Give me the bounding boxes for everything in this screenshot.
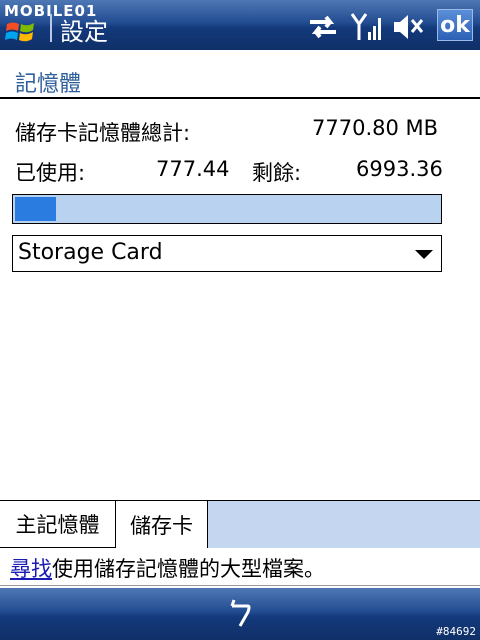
tab-strip: 主記憶體 儲存卡 [0,500,480,548]
section-title: 記憶體 [15,72,82,97]
page-title: 設定 [60,18,108,46]
total-label: 儲存卡記憶體總計: [15,121,191,145]
footer-divider [0,585,480,586]
signal-strength-icon[interactable] [350,12,384,42]
tab-main-memory[interactable]: 主記憶體 [0,501,116,548]
storage-selector[interactable]: Storage Card [12,235,442,272]
sync-arrows-icon[interactable] [306,12,340,42]
find-link[interactable]: 尋找 [10,557,52,581]
soft-key-bar: #84692 [0,588,480,640]
title-bar: MOBILE01 設定 ok [0,0,480,50]
used-value: 777.44 [156,157,230,181]
usage-progress-fill [15,197,56,221]
tab-storage-card[interactable]: 儲存卡 [116,501,208,548]
storage-selector-value: Storage Card [18,240,163,265]
usage-progress-bar [12,194,442,224]
footer-hint: 尋找使用儲存記憶體的大型檔案。 [10,553,325,583]
used-label: 已使用: [15,161,86,185]
windows-flag-icon[interactable] [4,18,38,44]
free-label: 剩餘: [252,161,302,185]
chevron-down-icon[interactable] [415,250,433,259]
watermark-text: #84692 [436,625,476,638]
footer-text: 使用儲存記憶體的大型檔案。 [52,557,325,581]
ok-button[interactable]: ok [437,9,473,41]
speaker-muted-icon[interactable] [392,12,426,42]
section-divider [0,97,480,99]
free-value: 6993.36 [356,157,443,181]
total-value: 7770.80 MB [312,116,439,140]
title-separator [50,14,52,42]
input-method-icon[interactable] [226,596,256,630]
